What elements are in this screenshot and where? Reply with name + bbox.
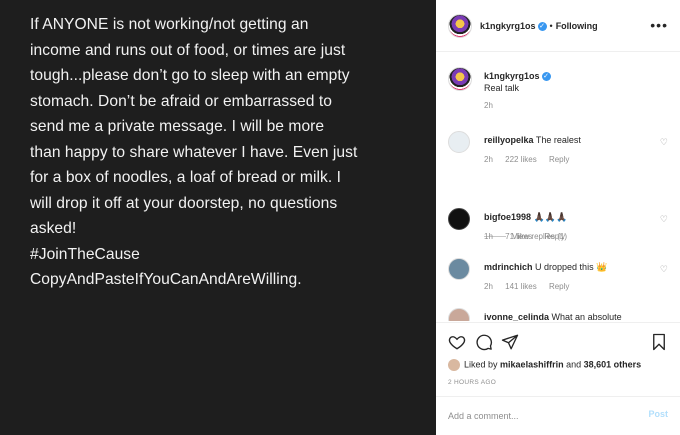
caption-age: 2h	[484, 101, 493, 110]
add-comment-input[interactable]	[448, 409, 628, 423]
action-icons	[448, 333, 519, 351]
comment-avatar[interactable]	[448, 131, 470, 153]
comment-age: 1h	[484, 232, 493, 241]
comment-username[interactable]: ivonne_celinda	[484, 312, 549, 321]
comment-meta: 2h 141 likes Reply	[484, 281, 654, 293]
following-button[interactable]: Following	[556, 21, 598, 31]
comment-meta: 2h 222 likes Reply	[484, 154, 654, 166]
liker-avatar[interactable]	[448, 359, 460, 371]
reply-button[interactable]: Reply	[549, 282, 569, 291]
likes-summary: Liked by mikaelashiffrin and 38,601 othe…	[448, 359, 641, 371]
post-timestamp[interactable]: 2 HOURS AGO	[448, 379, 496, 386]
caption-text: Real talk	[484, 83, 520, 93]
comment-avatar[interactable]	[448, 258, 470, 280]
caption-meta: 2h	[484, 100, 654, 112]
reply-button[interactable]: Reply	[549, 155, 569, 164]
comment-body: ivonne_celinda What an absolute	[484, 311, 654, 321]
post-image-text: If ANYONE is not working/not getting an …	[30, 16, 358, 288]
share-icon[interactable]	[501, 334, 519, 350]
post-header: k1ngkyrg1os ✓ • Following •••	[436, 0, 680, 52]
more-options-icon[interactable]: •••	[650, 17, 668, 33]
comment-username[interactable]: mdrinchich	[484, 262, 533, 272]
liked-by-prefix: Liked by	[464, 359, 498, 370]
comment-username[interactable]: bigfoe1998	[484, 212, 531, 222]
comment-text: What an absolute	[551, 312, 622, 321]
post-actions: Liked by mikaelashiffrin and 38,601 othe…	[436, 322, 680, 396]
separator-dot: •	[549, 21, 553, 31]
comment-likes[interactable]: 71 likes	[505, 232, 532, 241]
comment-like-heart-icon[interactable]: ♡	[660, 264, 668, 275]
comment-body: reillyopelka The realest 2h 222 likes Re…	[484, 134, 654, 166]
comment-text: 🙏🏿🙏🏿🙏🏿	[533, 212, 568, 222]
post-comment-button[interactable]: Post	[648, 409, 668, 419]
comment-likes[interactable]: 222 likes	[505, 155, 537, 164]
verified-badge-icon: ✓	[541, 72, 551, 82]
add-comment-bar: Post	[436, 396, 680, 435]
liker-username[interactable]: mikaelashiffrin	[500, 359, 564, 369]
post-image: If ANYONE is not working/not getting an …	[0, 0, 436, 435]
comment-text: U dropped this 👑	[535, 262, 608, 272]
instagram-post-modal: If ANYONE is not working/not getting an …	[0, 0, 680, 435]
comments-list: k1ngkyrg1os ✓ Real talk 2h reillyopelka T…	[436, 53, 680, 321]
comment-icon[interactable]	[475, 334, 496, 351]
author-username[interactable]: k1ngkyrg1os	[480, 21, 536, 31]
comment-body: mdrinchich U dropped this 👑 2h 141 likes…	[484, 261, 654, 293]
heart-icon[interactable]	[448, 336, 469, 350]
comment-username[interactable]: reillyopelka	[484, 135, 534, 145]
reply-button[interactable]: Reply	[545, 232, 565, 241]
comment-text: The realest	[535, 135, 581, 145]
liked-by-and: and	[566, 359, 582, 370]
caption-avatar[interactable]	[448, 67, 472, 91]
comment-avatar[interactable]	[448, 208, 470, 230]
comment-age: 2h	[484, 282, 493, 291]
comment-meta: 1h 71 likes Reply	[484, 231, 654, 243]
author-avatar[interactable]	[448, 14, 472, 38]
header-info: k1ngkyrg1os ✓ • Following	[480, 21, 598, 32]
bookmark-icon[interactable]	[650, 333, 668, 351]
caption-body: k1ngkyrg1os ✓ Real talk 2h	[484, 70, 654, 112]
caption-username[interactable]: k1ngkyrg1os	[484, 71, 540, 81]
comment-like-heart-icon[interactable]: ♡	[660, 137, 668, 148]
comment-likes[interactable]: 141 likes	[505, 282, 537, 291]
comment-like-heart-icon[interactable]: ♡	[660, 214, 668, 225]
comment-body: bigfoe1998 🙏🏿🙏🏿🙏🏿 1h 71 likes Reply	[484, 211, 654, 243]
verified-badge-icon: ✓	[537, 22, 547, 32]
comment-age: 2h	[484, 155, 493, 164]
comment-avatar[interactable]	[448, 308, 470, 321]
likes-count[interactable]: 38,601 others	[584, 359, 642, 369]
post-side-panel: k1ngkyrg1os ✓ • Following ••• k1ngkyrg1os ✓ …	[436, 0, 680, 435]
